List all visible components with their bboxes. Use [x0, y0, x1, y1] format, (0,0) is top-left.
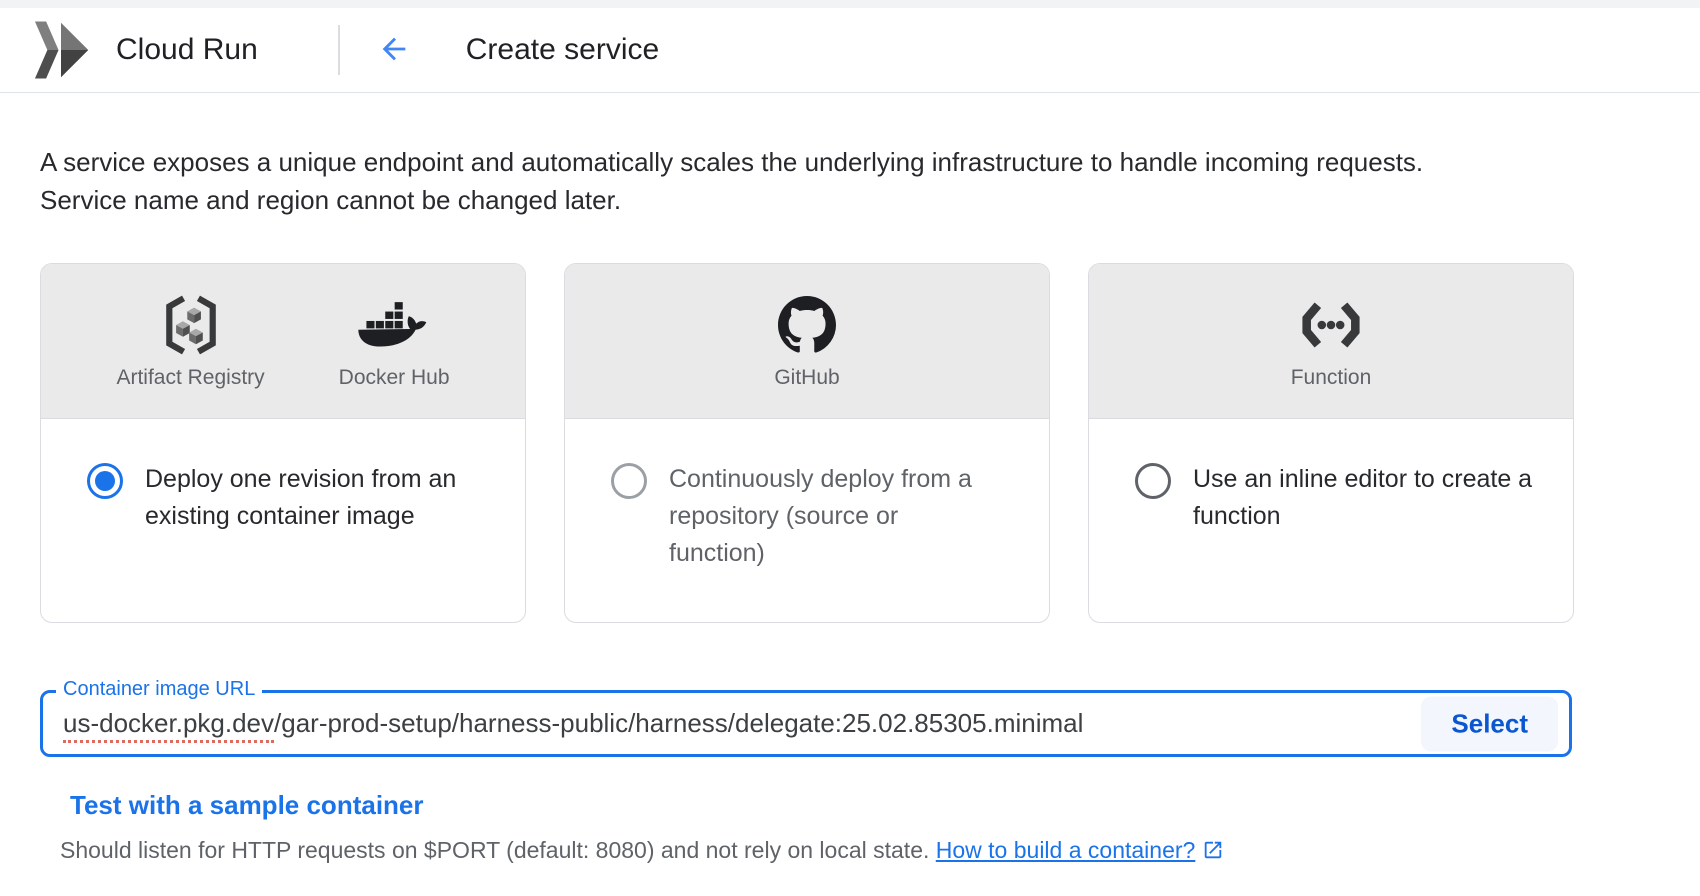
source-label: Docker Hub — [339, 366, 450, 390]
radio-selected-icon — [87, 463, 123, 499]
radio-unselected-icon — [611, 463, 647, 499]
helper-text: Should listen for HTTP requests on $PORT… — [60, 837, 1660, 867]
source-function: Function — [1291, 292, 1372, 390]
option-label: Deploy one revision from an existing con… — [145, 461, 491, 535]
card-repository: GitHub Continuously deploy from a reposi… — [564, 263, 1050, 623]
option-continuous-deploy[interactable]: Continuously deploy from a repository (s… — [611, 461, 1015, 572]
option-deploy-existing-image[interactable]: Deploy one revision from an existing con… — [87, 461, 491, 535]
container-image-url-input[interactable]: us-docker.pkg.dev/gar-prod-setup/harness… — [40, 690, 1572, 757]
header-divider — [338, 25, 340, 75]
option-inline-editor[interactable]: Use an inline editor to create a functio… — [1135, 461, 1539, 535]
container-image-url-field: Container image URL us-docker.pkg.dev/ga… — [40, 690, 1572, 757]
top-strip — [0, 0, 1700, 8]
test-sample-container-link[interactable]: Test with a sample container — [70, 790, 424, 821]
source-artifact-registry: Artifact Registry — [116, 292, 264, 390]
card-container-image-body: Deploy one revision from an existing con… — [41, 419, 525, 535]
card-repository-header: GitHub — [565, 264, 1049, 419]
source-label: Artifact Registry — [116, 366, 264, 390]
page-title: Create service — [466, 33, 659, 67]
card-container-image: Artifact Registry — [40, 263, 526, 623]
source-github: GitHub — [774, 292, 839, 390]
back-button[interactable] — [372, 28, 416, 72]
intro-line-2: Service name and region cannot be change… — [40, 181, 1660, 219]
card-repository-body: Continuously deploy from a repository (s… — [565, 419, 1049, 572]
radio-unselected-icon — [1135, 463, 1171, 499]
github-icon — [778, 292, 836, 358]
card-function: Function Use an inline editor to create … — [1088, 263, 1574, 623]
option-label: Continuously deploy from a repository (s… — [669, 461, 994, 572]
option-label: Use an inline editor to create a functio… — [1193, 461, 1539, 535]
page-header: Cloud Run Create service — [0, 8, 1700, 93]
external-link-icon — [1202, 840, 1224, 866]
field-value-prefix: us-docker.pkg.dev — [63, 708, 274, 743]
how-to-build-container-link[interactable]: How to build a container? — [936, 837, 1196, 863]
source-label: Function — [1291, 366, 1372, 390]
deploy-option-cards: Artifact Registry — [40, 263, 1660, 623]
field-value-suffix: /gar-prod-setup/harness-public/harness/d… — [274, 708, 1083, 738]
function-icon — [1298, 292, 1364, 358]
source-docker-hub: Docker Hub — [339, 292, 450, 390]
docker-hub-icon — [357, 292, 431, 358]
artifact-registry-icon — [160, 292, 222, 358]
card-container-image-header: Artifact Registry — [41, 264, 525, 419]
field-label: Container image URL — [56, 677, 262, 701]
card-function-header: Function — [1089, 264, 1573, 419]
intro-text: A service exposes a unique endpoint and … — [40, 143, 1660, 219]
intro-line-1: A service exposes a unique endpoint and … — [40, 143, 1660, 181]
product-name: Cloud Run — [116, 33, 258, 67]
field-value: us-docker.pkg.dev/gar-prod-setup/harness… — [63, 708, 1083, 739]
cloud-run-logo — [22, 19, 102, 81]
arrow-back-icon — [377, 32, 411, 69]
helper-text-body: Should listen for HTTP requests on $PORT… — [60, 837, 936, 863]
source-label: GitHub — [774, 366, 839, 390]
card-function-body: Use an inline editor to create a functio… — [1089, 419, 1573, 535]
select-button[interactable]: Select — [1421, 696, 1558, 751]
main-content: A service exposes a unique endpoint and … — [0, 143, 1700, 867]
